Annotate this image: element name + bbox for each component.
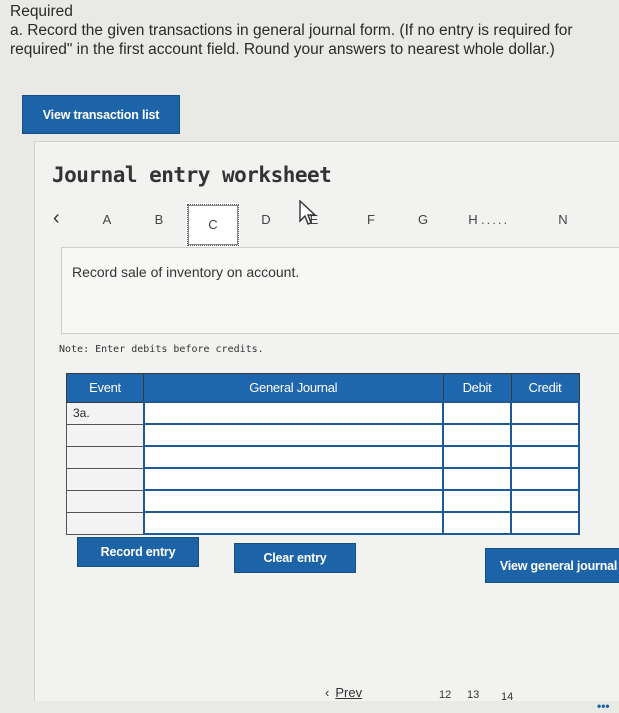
clear-entry-button[interactable]: Clear entry	[234, 543, 356, 573]
tab-d[interactable]: D	[256, 212, 276, 227]
event-cell	[66, 511, 144, 535]
page-number-13[interactable]: 13	[467, 689, 479, 701]
instruction-line-2: required" in the first account field. Ro…	[10, 41, 555, 58]
journal-entry-worksheet: Journal entry worksheet ‹ A B C D E F G …	[34, 141, 619, 713]
table-row	[66, 511, 580, 535]
account-input[interactable]	[142, 489, 444, 513]
chevron-left-icon: ‹	[325, 685, 330, 700]
tab-h[interactable]: H	[463, 212, 483, 227]
instruction-line-1: a. Record the given transactions in gene…	[10, 22, 573, 39]
account-input[interactable]	[142, 467, 444, 491]
tab-c[interactable]: C	[186, 203, 240, 247]
table-row	[66, 489, 580, 513]
account-input[interactable]	[142, 401, 444, 425]
header-event: Event	[66, 373, 144, 403]
mouse-cursor-icon	[299, 200, 317, 225]
event-cell	[66, 423, 144, 447]
credit-input[interactable]	[510, 401, 580, 425]
required-heading: Required	[10, 3, 73, 20]
table-row	[66, 445, 580, 469]
transaction-description: Record sale of inventory on account.	[72, 264, 300, 280]
table-row	[66, 423, 580, 447]
tab-g[interactable]: G	[413, 212, 433, 227]
instructions: Required a. Record the given transaction…	[10, 2, 615, 59]
debit-input[interactable]	[442, 445, 512, 469]
journal-table: Event General Journal Debit Credit 3a.	[66, 373, 580, 535]
tab-prev-chevron-icon[interactable]: ‹	[53, 207, 60, 230]
credit-input[interactable]	[510, 423, 580, 447]
journal-header-row: Event General Journal Debit Credit	[66, 373, 580, 403]
credit-input[interactable]	[510, 489, 580, 513]
view-transaction-list-button[interactable]: View transaction list	[22, 95, 180, 134]
debit-credit-note: Note: Enter debits before credits.	[59, 344, 264, 355]
event-cell: 3a.	[66, 401, 144, 425]
debit-input[interactable]	[442, 511, 512, 535]
event-cell	[66, 445, 144, 469]
view-general-journal-button[interactable]: View general journal	[485, 548, 619, 583]
more-pages-icon[interactable]: •••	[597, 699, 610, 713]
table-row	[66, 467, 580, 491]
account-input[interactable]	[142, 445, 444, 469]
worksheet-tabs: ‹ A B C D E F G H ..... N	[53, 203, 613, 248]
prev-link[interactable]: Prev	[335, 685, 362, 700]
record-entry-button[interactable]: Record entry	[77, 537, 199, 567]
tab-f[interactable]: F	[361, 212, 381, 227]
page-number-14[interactable]: 14	[501, 691, 513, 703]
tab-a[interactable]: A	[97, 212, 117, 227]
tab-ellipsis: .....	[481, 212, 510, 227]
debit-input[interactable]	[442, 401, 512, 425]
account-input[interactable]	[142, 511, 444, 535]
debit-input[interactable]	[442, 423, 512, 447]
header-debit: Debit	[442, 373, 512, 403]
account-input[interactable]	[142, 423, 444, 447]
debit-input[interactable]	[442, 467, 512, 491]
header-general-journal: General Journal	[143, 373, 444, 403]
table-row: 3a.	[66, 401, 580, 425]
tab-n[interactable]: N	[553, 212, 573, 227]
debit-input[interactable]	[442, 489, 512, 513]
page-number-12[interactable]: 12	[439, 689, 451, 701]
credit-input[interactable]	[510, 467, 580, 491]
event-cell	[66, 489, 144, 513]
header-credit: Credit	[510, 373, 580, 403]
tab-b[interactable]: B	[149, 212, 169, 227]
pagination-prev[interactable]: ‹ Prev	[325, 685, 362, 700]
credit-input[interactable]	[510, 511, 580, 535]
worksheet-title: Journal entry worksheet	[52, 163, 332, 187]
event-cell	[66, 467, 144, 491]
transaction-description-box: Record sale of inventory on account.	[61, 247, 619, 334]
credit-input[interactable]	[510, 445, 580, 469]
